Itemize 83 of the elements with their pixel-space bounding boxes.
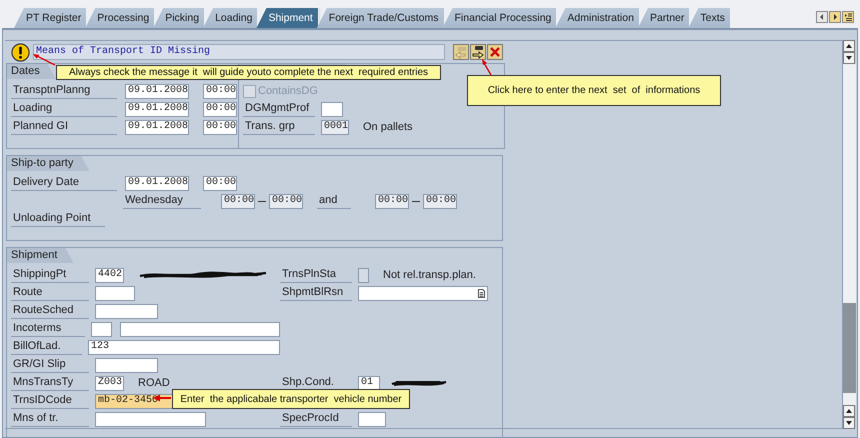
input-field: 0001 <box>321 120 349 134</box>
input-field[interactable] <box>358 412 386 426</box>
value-help-icon[interactable] <box>478 288 485 298</box>
warning-icon <box>11 42 30 62</box>
field-label: Delivery Date <box>11 175 117 191</box>
field-label: ShpmtBlRsn <box>280 285 352 301</box>
field-label: Incoterms <box>11 321 85 337</box>
arrow <box>481 58 493 76</box>
callout-note: Click here to enter the next set of informations <box>467 75 721 106</box>
scroll-left-icon[interactable] <box>816 11 828 23</box>
group-title: Dates <box>7 64 56 79</box>
tab[interactable]: Loading <box>203 8 260 28</box>
field-label: MnsTransTy <box>11 375 89 391</box>
input-field[interactable] <box>358 268 369 282</box>
next-message-icon[interactable] <box>470 44 486 60</box>
field-label: Unloading Point <box>11 211 105 227</box>
tab[interactable]: Picking <box>153 8 206 28</box>
input-field[interactable]: 4402 <box>95 268 124 282</box>
field-label: Route <box>11 285 89 301</box>
tab[interactable]: Partner <box>638 8 692 28</box>
field-description: Not rel.transp.plan. <box>383 269 476 281</box>
time-field: 00:00 <box>269 194 303 208</box>
field-label: GR/GI Slip <box>11 357 89 373</box>
scroll-right-icon[interactable] <box>829 11 841 23</box>
field-label: Loading <box>11 101 117 117</box>
input-field[interactable]: 01 <box>358 376 380 390</box>
scroll-up-icon[interactable] <box>843 40 855 52</box>
tab-list-icon[interactable] <box>842 11 854 23</box>
field-label: Trans. grp <box>243 119 315 135</box>
date-field[interactable]: 09.01.2008 <box>125 102 189 116</box>
field-description: On pallets <box>363 121 413 133</box>
field-label: ShippingPt <box>11 267 89 283</box>
scroll-down-icon[interactable] <box>843 417 855 429</box>
time-field: 00:00 <box>375 194 409 208</box>
field-label: TrnsIDCode <box>11 393 89 409</box>
date-field[interactable]: 09.01.2008 <box>125 84 189 98</box>
field-label: SpecProcId <box>280 411 352 427</box>
input-field[interactable] <box>321 102 343 116</box>
field-label: Mns of tr. <box>11 411 89 427</box>
date-field[interactable]: 09.01.2008 <box>125 176 189 190</box>
input-field[interactable] <box>358 286 488 300</box>
group-title: Ship-to party <box>7 156 90 171</box>
tab[interactable]: Texts <box>688 8 732 28</box>
date-field[interactable]: 09.01.2008 <box>125 120 189 134</box>
input-field[interactable] <box>90 322 112 336</box>
field-label: RouteSched <box>11 303 89 319</box>
scroll-down-icon[interactable] <box>843 52 855 64</box>
checkbox-label: ContainsDG <box>258 85 318 97</box>
message-field: Means of Transport ID Missing <box>33 44 445 60</box>
time-field[interactable]: 00:00 <box>203 102 237 116</box>
field-label: TransptnPlanng <box>11 83 117 99</box>
input-field[interactable] <box>120 322 280 336</box>
time-field: 00:00 <box>221 194 255 208</box>
input-field[interactable] <box>95 304 158 318</box>
time-field[interactable]: 00:00 <box>203 84 237 98</box>
time-field[interactable]: 00:00 <box>203 120 237 134</box>
scroll-up-icon[interactable] <box>843 405 855 417</box>
callout-note: Enter the applicabale transporter vehicle number <box>172 389 410 409</box>
field-label: BillOfLad. <box>11 339 82 355</box>
tab[interactable]: PT Register <box>14 8 88 28</box>
field-label: Planned GI <box>11 119 117 135</box>
close-icon[interactable] <box>487 44 503 60</box>
field-label: TrnsPlnSta <box>280 267 352 283</box>
input-field[interactable]: 123 <box>88 340 280 354</box>
tab[interactable]: Financial Processing <box>442 8 558 28</box>
time-field[interactable]: 00:00 <box>203 176 237 190</box>
input-field[interactable] <box>95 412 206 426</box>
scroll-thumb[interactable] <box>843 303 856 393</box>
time-field: 00:00 <box>423 194 457 208</box>
conjunction-label: and <box>317 193 351 209</box>
field-description: ROAD <box>138 377 170 389</box>
arrow <box>32 53 56 66</box>
day-label: Wednesday <box>123 193 201 209</box>
tab[interactable]: Processing <box>85 8 156 28</box>
field-label: DGMgmtProf <box>243 101 315 117</box>
tab[interactable]: Foreign Trade/Customs <box>316 8 446 28</box>
input-field[interactable] <box>95 358 158 372</box>
callout-note: Always check the message it will guide youto complete the next required entries <box>56 65 441 80</box>
input-field[interactable]: Z003 <box>95 376 124 390</box>
tab[interactable]: Administration <box>555 8 641 28</box>
group-title: Shipment <box>7 248 74 263</box>
input-field[interactable] <box>95 286 135 300</box>
tab[interactable]: Shipment <box>256 8 320 28</box>
